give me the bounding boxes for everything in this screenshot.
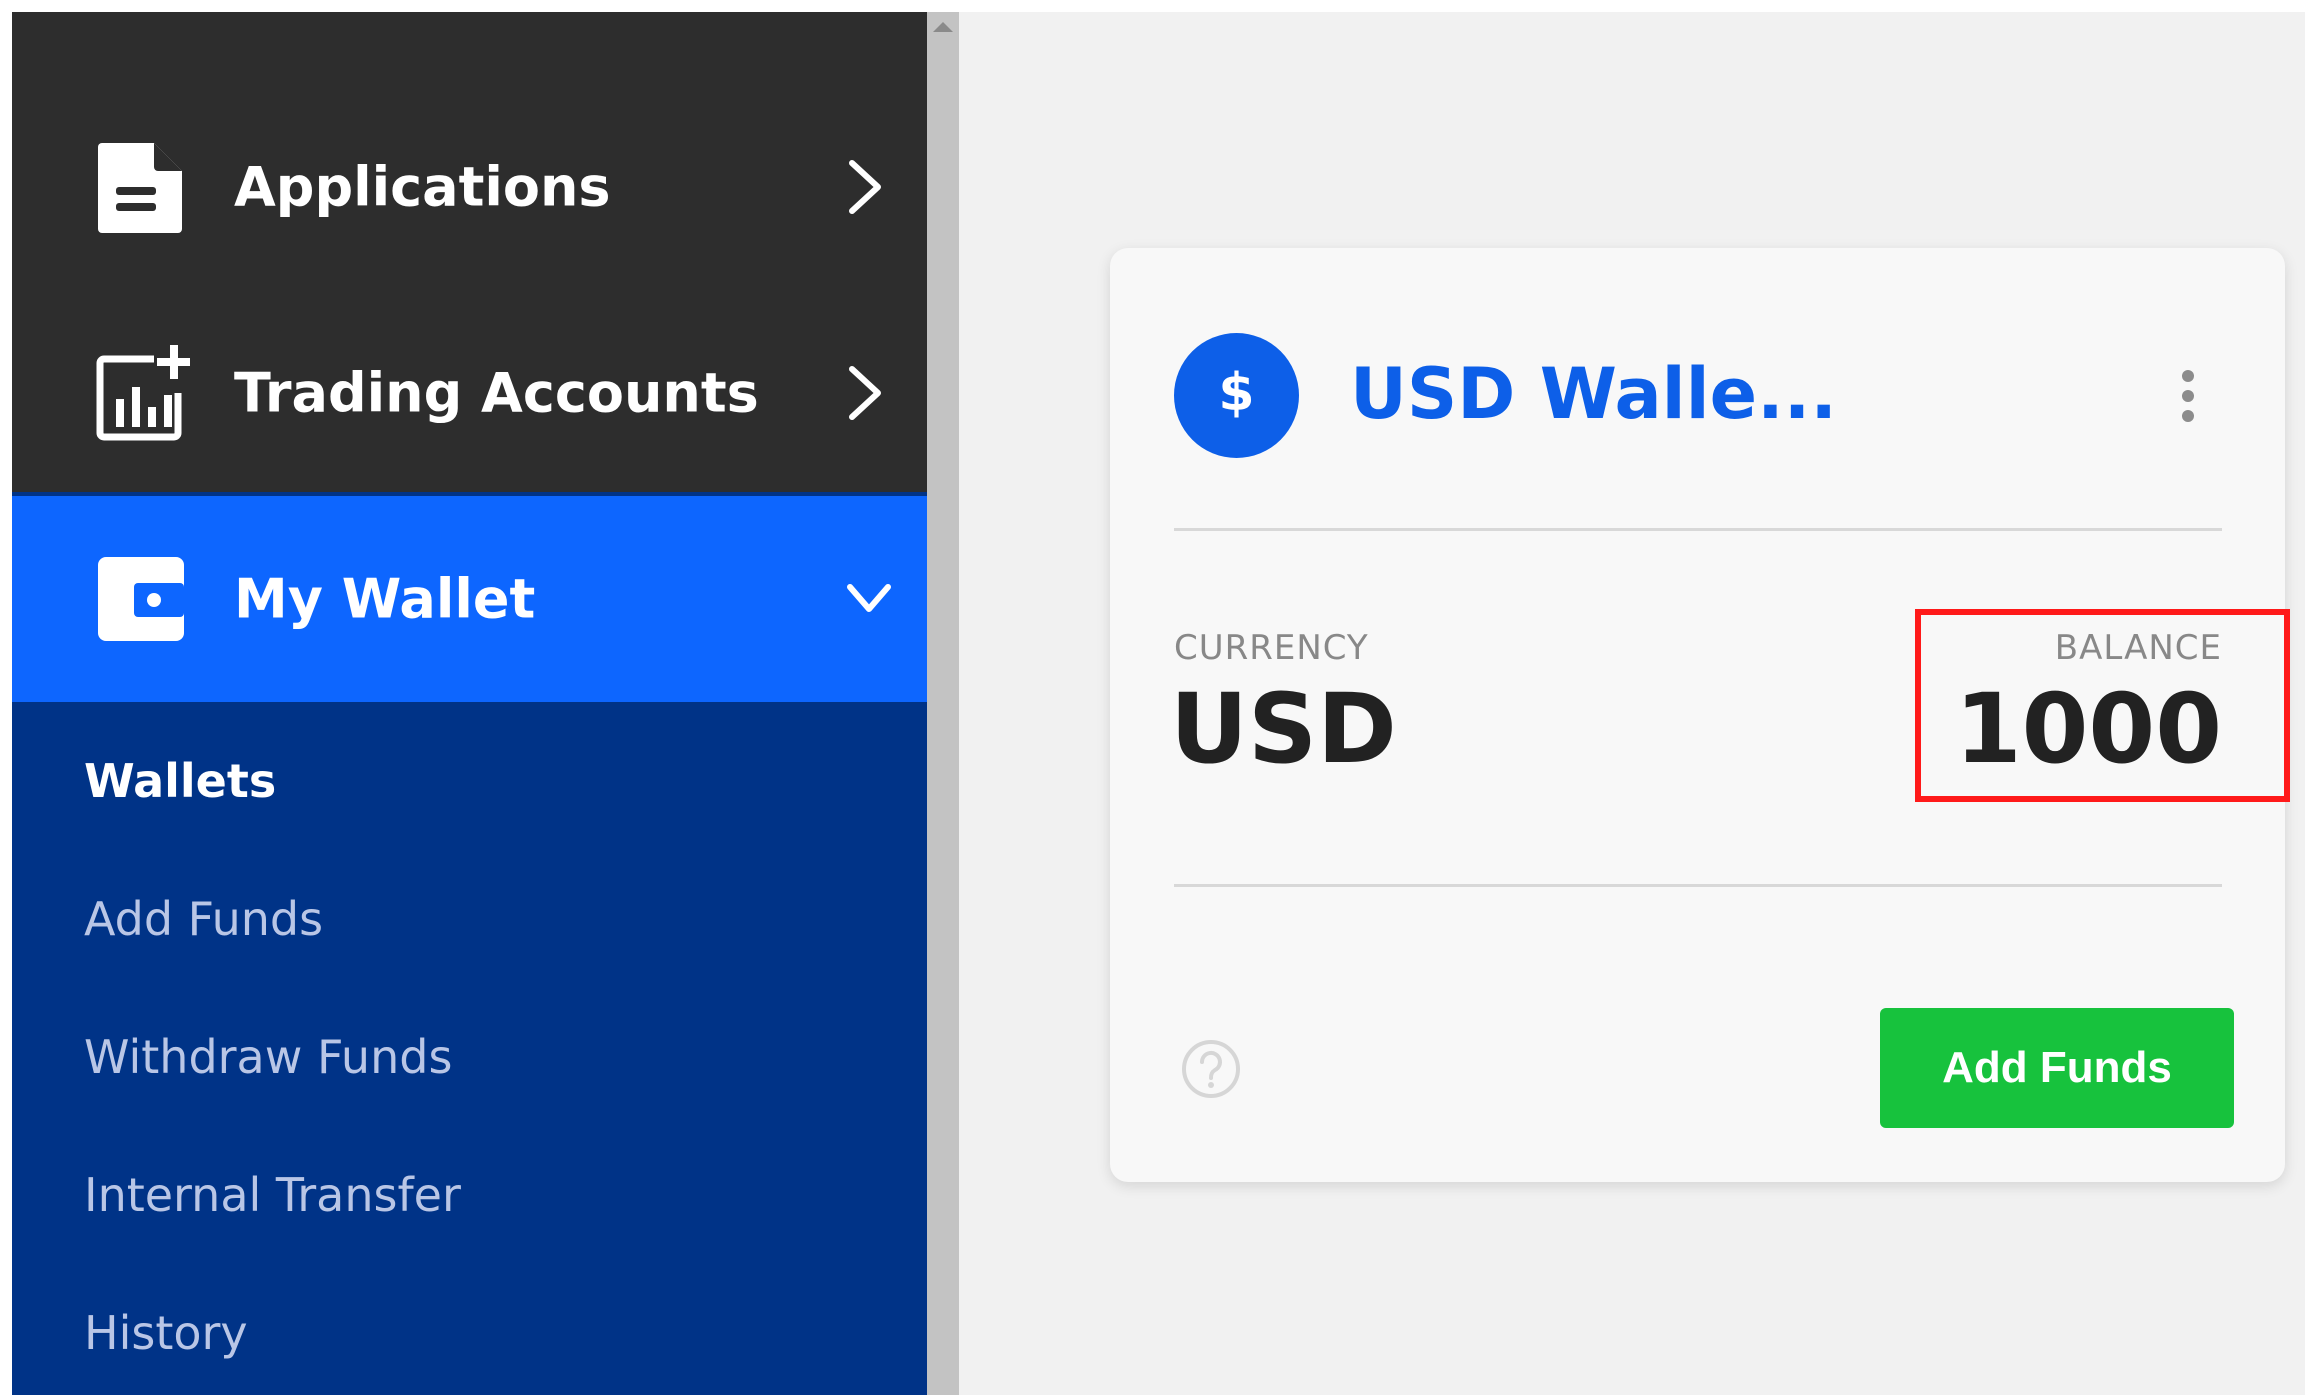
submenu-item-internal-transfer[interactable]: Internal Transfer [84, 1168, 461, 1222]
sidebar-item-trading-accounts[interactable]: Trading Accounts [12, 290, 927, 496]
more-options-icon[interactable] [2173, 366, 2203, 426]
add-funds-button[interactable]: Add Funds [1880, 1008, 2234, 1128]
sidebar-item-label: Applications [234, 155, 611, 219]
card-divider-top [1174, 528, 2222, 531]
sidebar-item-my-wallet[interactable]: My Wallet [12, 496, 927, 702]
sidebar: Applications Trading Accounts My Wallet … [12, 12, 927, 1395]
wallet-icon [98, 557, 184, 641]
chevron-right-icon [849, 160, 881, 214]
balance-label: BALANCE [2054, 628, 2222, 668]
chevron-down-icon [847, 584, 891, 612]
scrollbar[interactable] [927, 12, 959, 1395]
coin-symbol: $ [1218, 363, 1255, 423]
submenu-item-add-funds[interactable]: Add Funds [84, 892, 323, 946]
sidebar-item-label: Trading Accounts [234, 361, 759, 425]
wallet-title[interactable]: USD Walle... [1350, 353, 1837, 435]
currency-label: CURRENCY [1174, 628, 1369, 668]
app-frame: Applications Trading Accounts My Wallet … [12, 12, 2305, 1395]
chevron-right-icon [849, 366, 881, 420]
submenu-item-wallets[interactable]: Wallets [84, 754, 276, 808]
help-icon[interactable] [1180, 1038, 1242, 1100]
submenu-item-withdraw-funds[interactable]: Withdraw Funds [84, 1030, 452, 1084]
balance-value: 1000 [1954, 673, 2222, 785]
card-divider-bottom [1174, 884, 2222, 887]
submenu-item-history[interactable]: History [84, 1306, 248, 1360]
chart-add-icon [96, 345, 190, 441]
currency-value: USD [1170, 673, 1397, 785]
document-icon [98, 143, 182, 233]
scroll-up-arrow-icon[interactable] [933, 22, 953, 32]
sidebar-item-applications[interactable]: Applications [12, 84, 927, 290]
wallet-card: $ USD Walle... CURRENCY USD BALANCE 1000… [1110, 248, 2285, 1182]
sidebar-item-label: My Wallet [234, 567, 536, 631]
dollar-coin-icon: $ [1174, 333, 1299, 458]
